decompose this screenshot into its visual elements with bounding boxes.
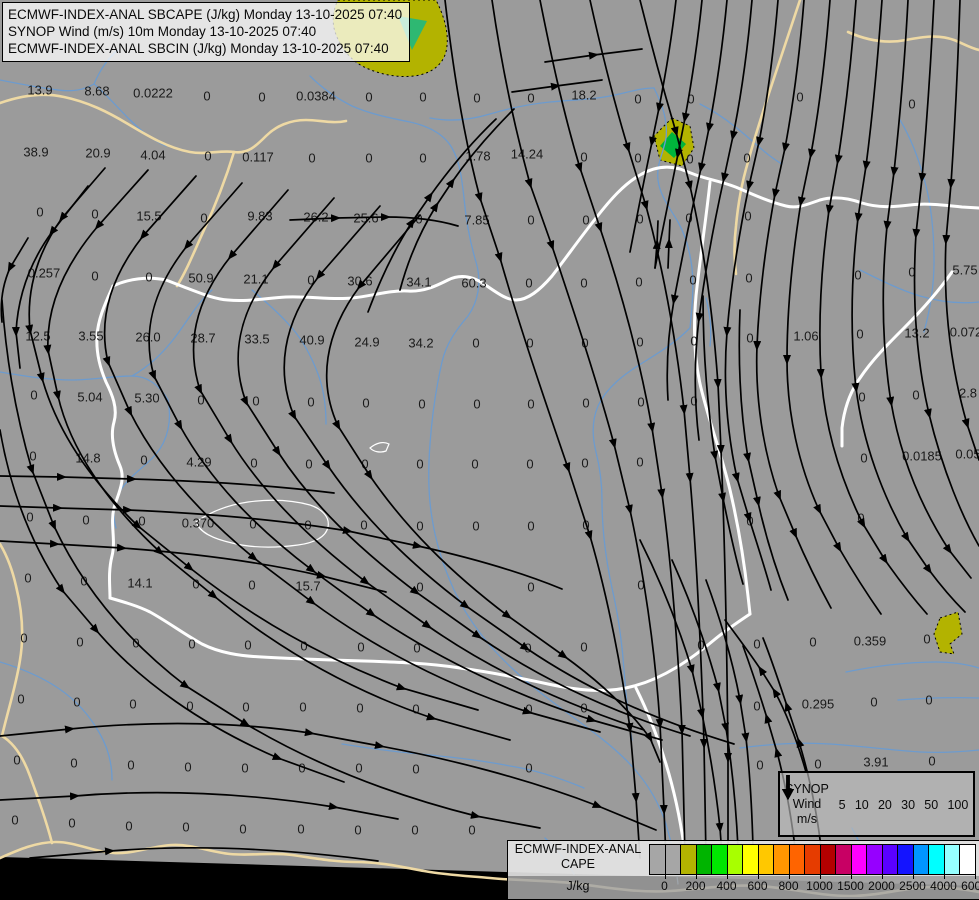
cape-tick-label: 1500 bbox=[837, 879, 864, 893]
cape-colorbar-legend: ECMWF-INDEX-ANAL CAPE J/kg 0 200 400 600 800… bbox=[507, 840, 979, 899]
cape-color-cell bbox=[835, 844, 852, 875]
cape-color-cell bbox=[757, 844, 774, 875]
wind-speed-value: 100 bbox=[947, 797, 969, 812]
cape-tick-label: 0 bbox=[661, 879, 668, 893]
cape-tick-label: 1000 bbox=[806, 879, 833, 893]
cape-color-cell bbox=[680, 844, 697, 875]
cape-color-cell bbox=[649, 844, 666, 875]
cape-color-cell bbox=[943, 844, 960, 875]
cape-color-cell bbox=[912, 844, 929, 875]
wind-speed-legend: SYNOP Wind m/s 5 10 20 30 50 100 bbox=[778, 771, 975, 837]
wind-legend-arrow-5: 5 bbox=[782, 775, 846, 812]
cape-tick-label: 6000 bbox=[961, 879, 979, 893]
cape-tick-label: 400 bbox=[716, 879, 737, 893]
title-line-sbcin: ECMWF-INDEX-ANAL SBCIN (J/kg) Monday 13-… bbox=[8, 41, 389, 56]
title-line-sbcape: ECMWF-INDEX-ANAL SBCAPE (J/kg) Monday 13… bbox=[8, 7, 403, 22]
cape-color-cell bbox=[726, 844, 743, 875]
cape-legend-title: ECMWF-INDEX-ANAL CAPE bbox=[514, 842, 642, 871]
cape-color-cell bbox=[664, 844, 681, 875]
cape-color-cell bbox=[959, 844, 976, 875]
wind-legend-arrow-20: 20 bbox=[782, 775, 892, 812]
wind-speed-value: 10 bbox=[854, 797, 869, 812]
wind-speed-value: 50 bbox=[924, 797, 939, 812]
wind-speed-value: 20 bbox=[877, 797, 892, 812]
cape-color-cell bbox=[711, 844, 728, 875]
wind-legend-arrows: 5 10 20 30 50 100 bbox=[782, 773, 973, 835]
cape-color-cell bbox=[788, 844, 805, 875]
cape-color-cell bbox=[897, 844, 914, 875]
wind-legend-arrow-30: 30 bbox=[782, 775, 916, 812]
cape-tick-label: 600 bbox=[747, 879, 768, 893]
cape-color-cell bbox=[850, 844, 867, 875]
wind-legend-arrow-100: 100 bbox=[782, 775, 969, 812]
cape-color-cell bbox=[695, 844, 712, 875]
cape-color-cell bbox=[819, 844, 836, 875]
cape-color-cell bbox=[928, 844, 945, 875]
wind-speed-value: 30 bbox=[901, 797, 916, 812]
down-arrow-icon bbox=[782, 775, 794, 800]
wind-legend-arrow-50: 50 bbox=[782, 775, 939, 812]
weather-map-canvas: 13.9 8.68 0.0222 0 0 0.0384 0 0 0 0 18.2 0 0 0 0 38.9 20… bbox=[0, 0, 979, 900]
cape-tick-label: 4000 bbox=[930, 879, 957, 893]
cape-color-cell bbox=[866, 844, 883, 875]
streamlines bbox=[0, 0, 979, 862]
title-line-wind: SYNOP Wind (m/s) 10m Monday 13-10-2025 0… bbox=[8, 24, 317, 39]
cape-color-cell bbox=[881, 844, 898, 875]
cape-tick-label: 800 bbox=[778, 879, 799, 893]
wind-streamlines-layer bbox=[0, 0, 979, 862]
wind-legend-arrow-10: 10 bbox=[782, 775, 869, 812]
cape-tick-label: 2500 bbox=[899, 879, 926, 893]
cape-color-cell bbox=[742, 844, 759, 875]
title-legend: ECMWF-INDEX-ANAL SBCAPE (J/kg) Monday 13… bbox=[2, 2, 411, 62]
cape-legend-unit: J/kg bbox=[566, 879, 590, 893]
cape-tick-label: 2000 bbox=[868, 879, 895, 893]
cape-tick-label: 200 bbox=[685, 879, 706, 893]
cape-color-cell bbox=[773, 844, 790, 875]
wind-speed-value: 5 bbox=[838, 797, 846, 812]
cape-color-cell bbox=[804, 844, 821, 875]
